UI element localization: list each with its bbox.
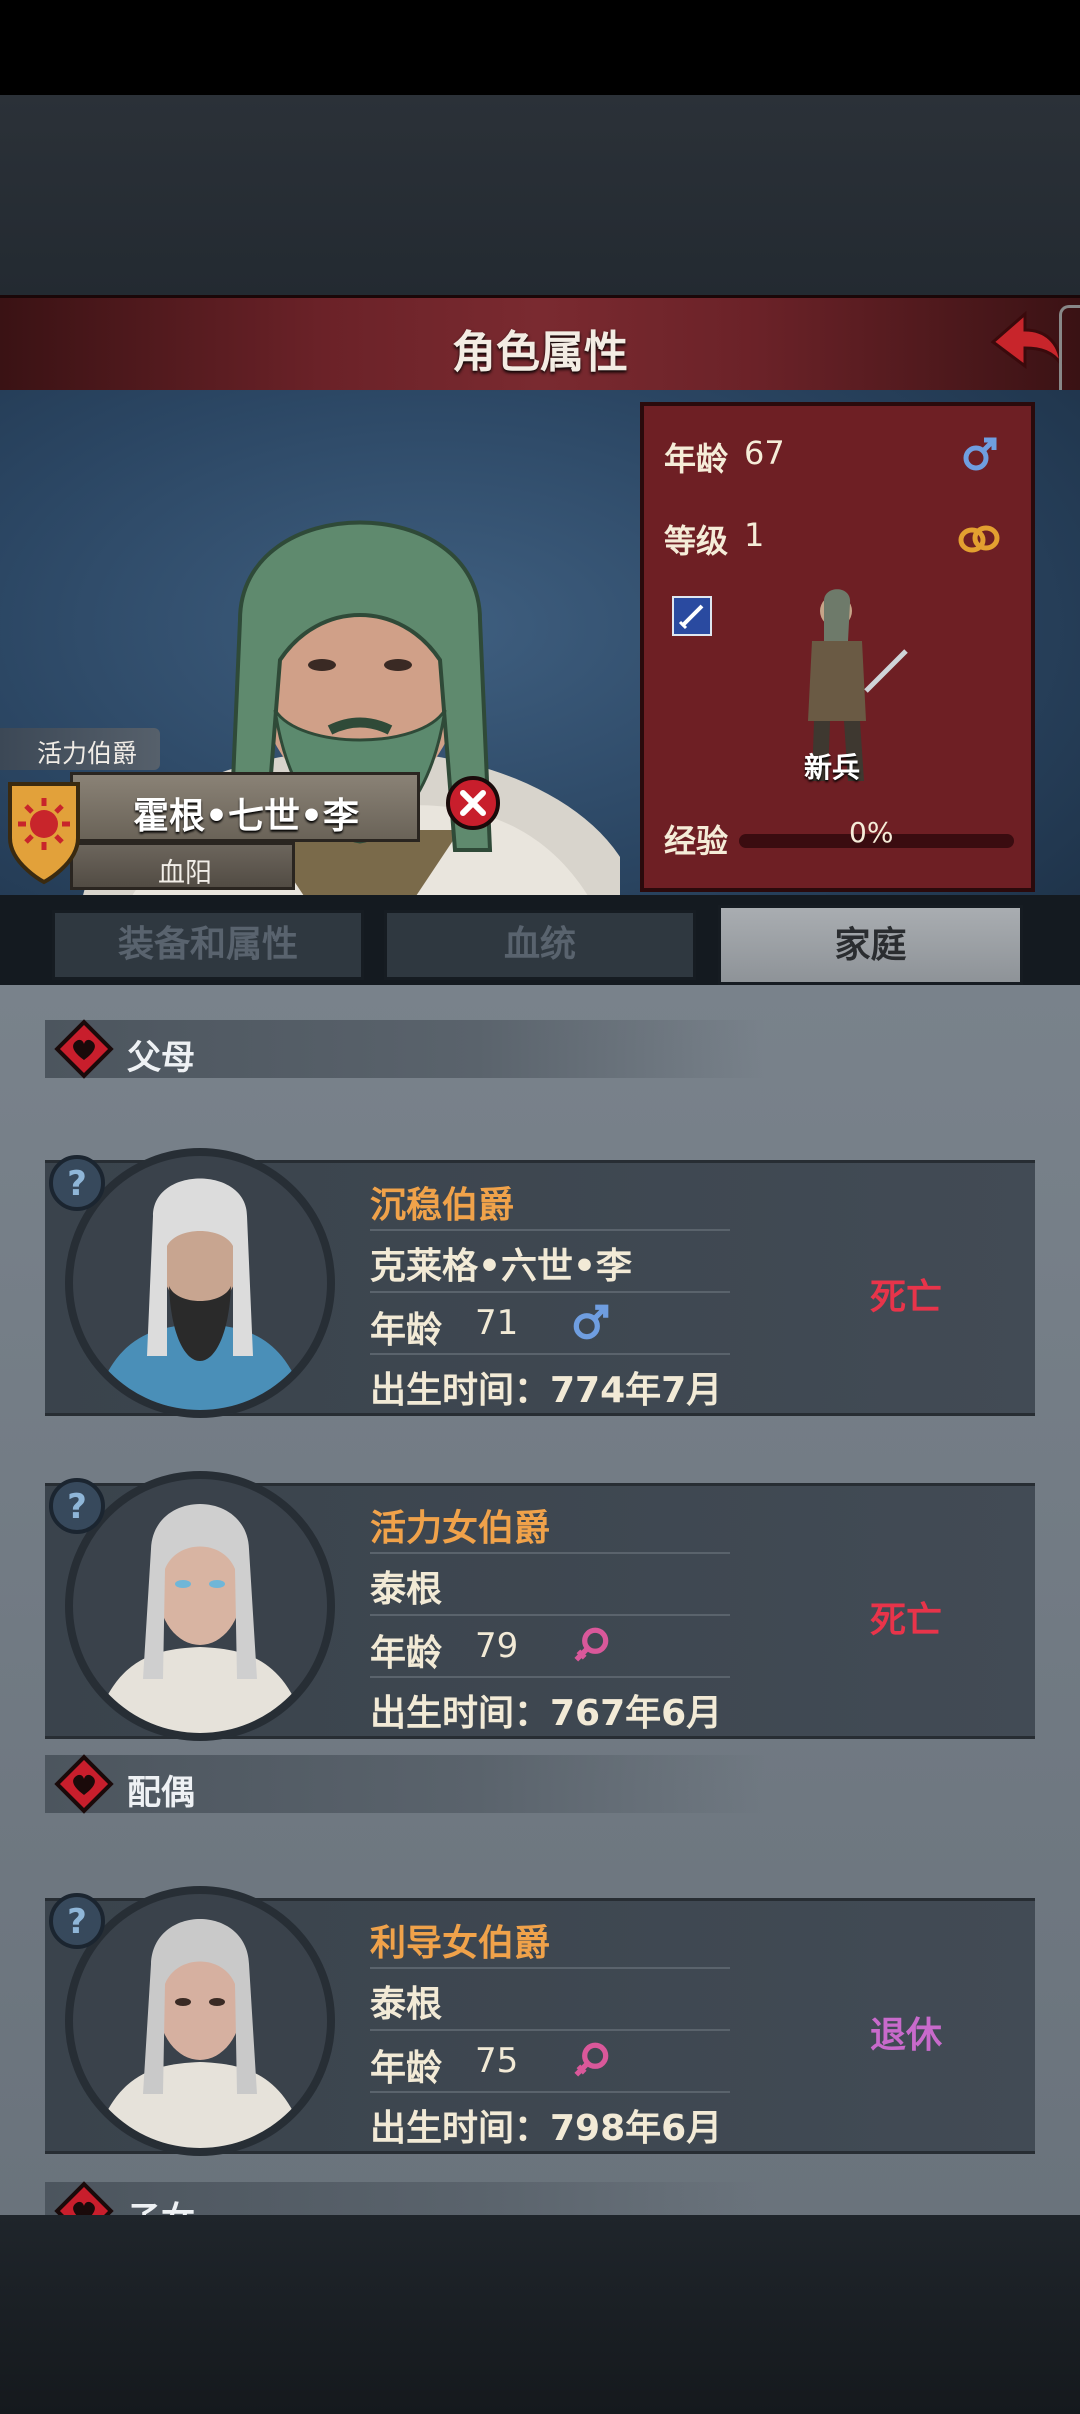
- level-label: 等级: [664, 522, 729, 560]
- section-spouse: 配偶: [45, 1754, 765, 1814]
- house-plate: 血阳: [70, 842, 295, 890]
- member-age: 79: [475, 1626, 519, 1666]
- divider: [370, 1291, 730, 1293]
- question-mark-icon[interactable]: ?: [47, 1891, 107, 1951]
- section-children-label: 子女: [127, 2192, 195, 2215]
- rank-title: 活力伯爵: [37, 739, 138, 768]
- title-banner: 角色属性: [0, 295, 1080, 393]
- member-age-label: 年龄: [370, 1633, 443, 1674]
- divider: [370, 1353, 730, 1355]
- divider: [370, 1614, 730, 1616]
- tab-family[interactable]: 家庭: [718, 905, 1023, 985]
- member-age-label: 年龄: [370, 1310, 443, 1351]
- divider: [370, 1552, 730, 1554]
- section-spouse-label: 配偶: [127, 1773, 195, 1813]
- exp-percent: 0%: [849, 816, 894, 849]
- top-backdrop: [0, 95, 1080, 295]
- divider: [370, 1967, 730, 1969]
- member-title: 利导女伯爵: [370, 1923, 551, 1964]
- unit-name: 新兵: [804, 751, 861, 784]
- tab-bloodline[interactable]: 血统: [384, 910, 696, 980]
- member-name: 克莱格•六世•李: [370, 1246, 633, 1287]
- family-member-card[interactable]: ? 沉稳伯爵 克莱格•六世•李 年龄 71 出生时间：774年7月 死亡: [45, 1148, 1035, 1418]
- sun-crest-icon: [8, 782, 80, 885]
- rank-tag: 活力伯爵: [0, 728, 160, 770]
- female-icon: [574, 1627, 609, 1662]
- divider: [370, 1676, 730, 1678]
- back-arrow-icon[interactable]: [985, 308, 1065, 378]
- bottom-backdrop: [0, 2215, 1080, 2414]
- heart-icon: [54, 2181, 114, 2215]
- level-value: 1: [744, 516, 765, 554]
- family-list[interactable]: 父母 ? 沉稳伯爵 克莱格•六世•李 年龄 71 出生时间：774年7月 死亡: [0, 985, 1080, 2215]
- svg-text:?: ?: [67, 1164, 87, 1204]
- age-label: 年龄: [664, 440, 729, 478]
- member-status: 死亡: [870, 1600, 943, 1641]
- member-title: 沉稳伯爵: [370, 1185, 515, 1226]
- exp-label: 经验: [664, 822, 729, 860]
- house-name: 血阳: [158, 858, 212, 889]
- svg-text:?: ?: [67, 1487, 87, 1527]
- male-icon: [963, 437, 997, 471]
- stats-card: 年龄 67 等级 1 新兵 经验 0%: [640, 402, 1035, 892]
- member-birth: 出生时间：774年7月: [370, 1370, 723, 1411]
- member-name: 泰根: [370, 1569, 443, 1610]
- close-circle-icon[interactable]: [445, 775, 501, 831]
- family-member-card[interactable]: ? 利导女伯爵 泰根 年龄 75 出生时间：798年6月 退休: [45, 1886, 1035, 2156]
- member-birth: 出生时间：798年6月: [370, 2108, 723, 2149]
- member-age: 75: [475, 2041, 519, 2081]
- rings-icon: [958, 525, 1000, 553]
- question-mark-icon[interactable]: ?: [47, 1476, 107, 1536]
- section-children: 子女: [45, 2181, 765, 2215]
- member-age: 71: [475, 1303, 519, 1343]
- page-title: 角色属性: [452, 327, 628, 378]
- member-status: 退休: [870, 2015, 943, 2056]
- heart-icon: [54, 1019, 114, 1079]
- family-member-card[interactable]: ? 活力女伯爵 泰根 年龄 79 出生时间：767年6月 死亡: [45, 1471, 1035, 1741]
- question-mark-icon[interactable]: ?: [47, 1153, 107, 1213]
- divider: [370, 1229, 730, 1231]
- member-age-label: 年龄: [370, 2048, 443, 2089]
- age-value: 67: [744, 434, 785, 472]
- member-birth: 出生时间：767年6月: [370, 1693, 723, 1734]
- female-icon: [574, 2042, 609, 2077]
- status-bar: [0, 0, 1080, 95]
- name-plate: 霍根•七世•李: [70, 772, 420, 842]
- member-name: 泰根: [370, 1984, 443, 2025]
- sword-skill-icon[interactable]: [672, 596, 712, 636]
- svg-text:?: ?: [67, 1902, 87, 1942]
- character-name: 霍根•七世•李: [133, 796, 360, 837]
- divider: [370, 2091, 730, 2093]
- heart-icon: [54, 1754, 114, 1814]
- section-parents: 父母: [45, 1019, 765, 1079]
- male-icon: [573, 1304, 609, 1340]
- section-parents-label: 父母: [127, 1038, 195, 1078]
- tab-equipment[interactable]: 装备和属性: [52, 910, 364, 980]
- member-status: 死亡: [870, 1277, 943, 1318]
- member-title: 活力女伯爵: [370, 1508, 551, 1549]
- divider: [370, 2029, 730, 2031]
